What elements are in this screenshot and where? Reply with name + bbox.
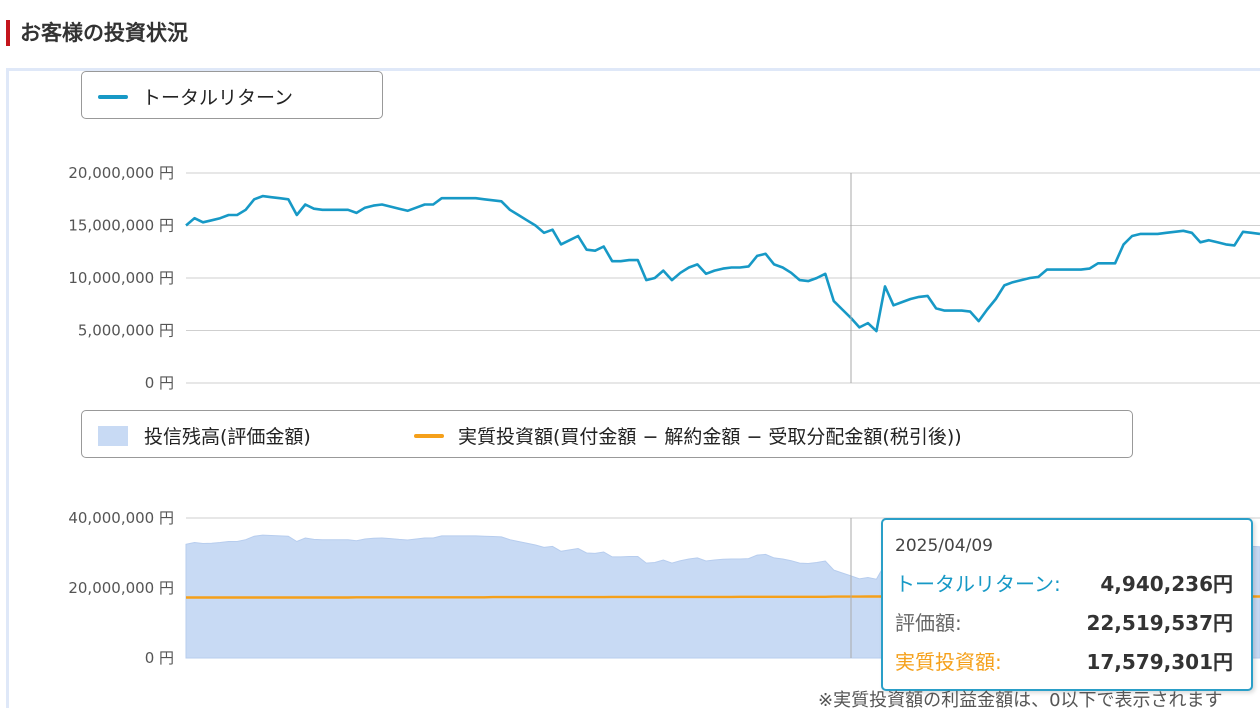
tooltip-date: 2025/04/09 [895, 536, 993, 556]
legend-balance-label: 投信残高(評価金額) [144, 426, 311, 448]
total-return-swatch [98, 94, 128, 99]
legend-invested-label: 実質投資額(買付金額 − 解約金額 − 受取分配金額(税引後)) [458, 426, 962, 448]
legend-item-total-return[interactable]: トータルリターン [98, 83, 293, 110]
legend-total-return-label: トータルリターン [142, 87, 294, 109]
legend-bottom: 投信残高(評価金額) 実質投資額(買付金額 − 解約金額 − 受取分配金額(税引… [81, 410, 1133, 458]
y-tick-label: 5,000,000 円 [78, 322, 174, 340]
y-tick-label: 20,000,000 円 [68, 164, 174, 182]
tooltip-total-return-label: トータルリターン: [895, 572, 1061, 596]
legend-item-balance[interactable]: 投信残高(評価金額) [98, 422, 311, 449]
tooltip-row-total-return: トータルリターン: 4,940,236円 [895, 568, 1233, 598]
y-tick-label: 20,000,000 円 [68, 579, 174, 597]
legend-top: トータルリターン [81, 71, 383, 119]
y-tick-label: 0 円 [145, 649, 174, 667]
legend-item-invested[interactable]: 実質投資額(買付金額 − 解約金額 − 受取分配金額(税引後)) [414, 422, 962, 449]
tooltip-invested-label: 実質投資額: [895, 650, 1002, 674]
tooltip-valuation-label: 評価額: [895, 611, 962, 635]
tooltip-invested-value: 17,579,301円 [1086, 650, 1233, 674]
tooltip-row-valuation: 評価額: 22,519,537円 [895, 607, 1233, 637]
tooltip-total-return-value: 4,940,236円 [1100, 572, 1233, 596]
y-tick-label: 0 円 [145, 374, 174, 392]
tooltip-valuation-value: 22,519,537円 [1086, 611, 1233, 635]
tooltip-row-invested: 実質投資額: 17,579,301円 [895, 646, 1233, 676]
footnote: ※実質投資額の利益金額は、0以下で表示されます [818, 690, 1223, 711]
balance-swatch [98, 425, 128, 446]
invested-swatch [414, 433, 444, 438]
chart-tooltip: 2025/04/09 トータルリターン: 4,940,236円 評価額: 22,… [881, 518, 1253, 691]
total-return-line [185, 194, 1260, 333]
y-tick-label: 15,000,000 円 [68, 217, 174, 235]
y-tick-label: 40,000,000 円 [68, 509, 174, 527]
y-tick-label: 10,000,000 円 [68, 269, 174, 287]
